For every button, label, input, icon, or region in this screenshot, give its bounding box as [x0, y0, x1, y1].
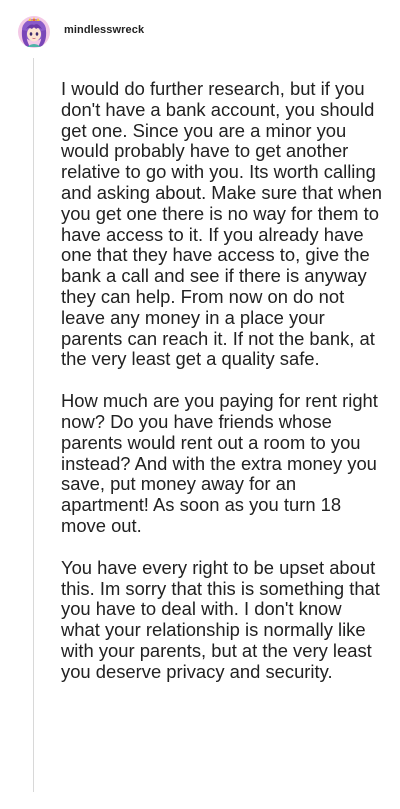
- reply-thread-line: [33, 58, 34, 792]
- post: mindlesswreck I would do further researc…: [0, 0, 400, 809]
- anime-character-avatar-icon: [18, 16, 50, 48]
- username[interactable]: mindlesswreck: [64, 24, 144, 36]
- post-paragraph: I would do further research, but if you …: [61, 78, 383, 370]
- post-paragraph: How much are you paying for rent right n…: [61, 390, 378, 536]
- post-paragraph: You have every right to be upset about t…: [61, 556, 380, 682]
- post-body: I would do further research, but if you …: [61, 78, 383, 683]
- avatar[interactable]: [18, 16, 50, 48]
- post-header: mindlesswreck: [18, 14, 144, 50]
